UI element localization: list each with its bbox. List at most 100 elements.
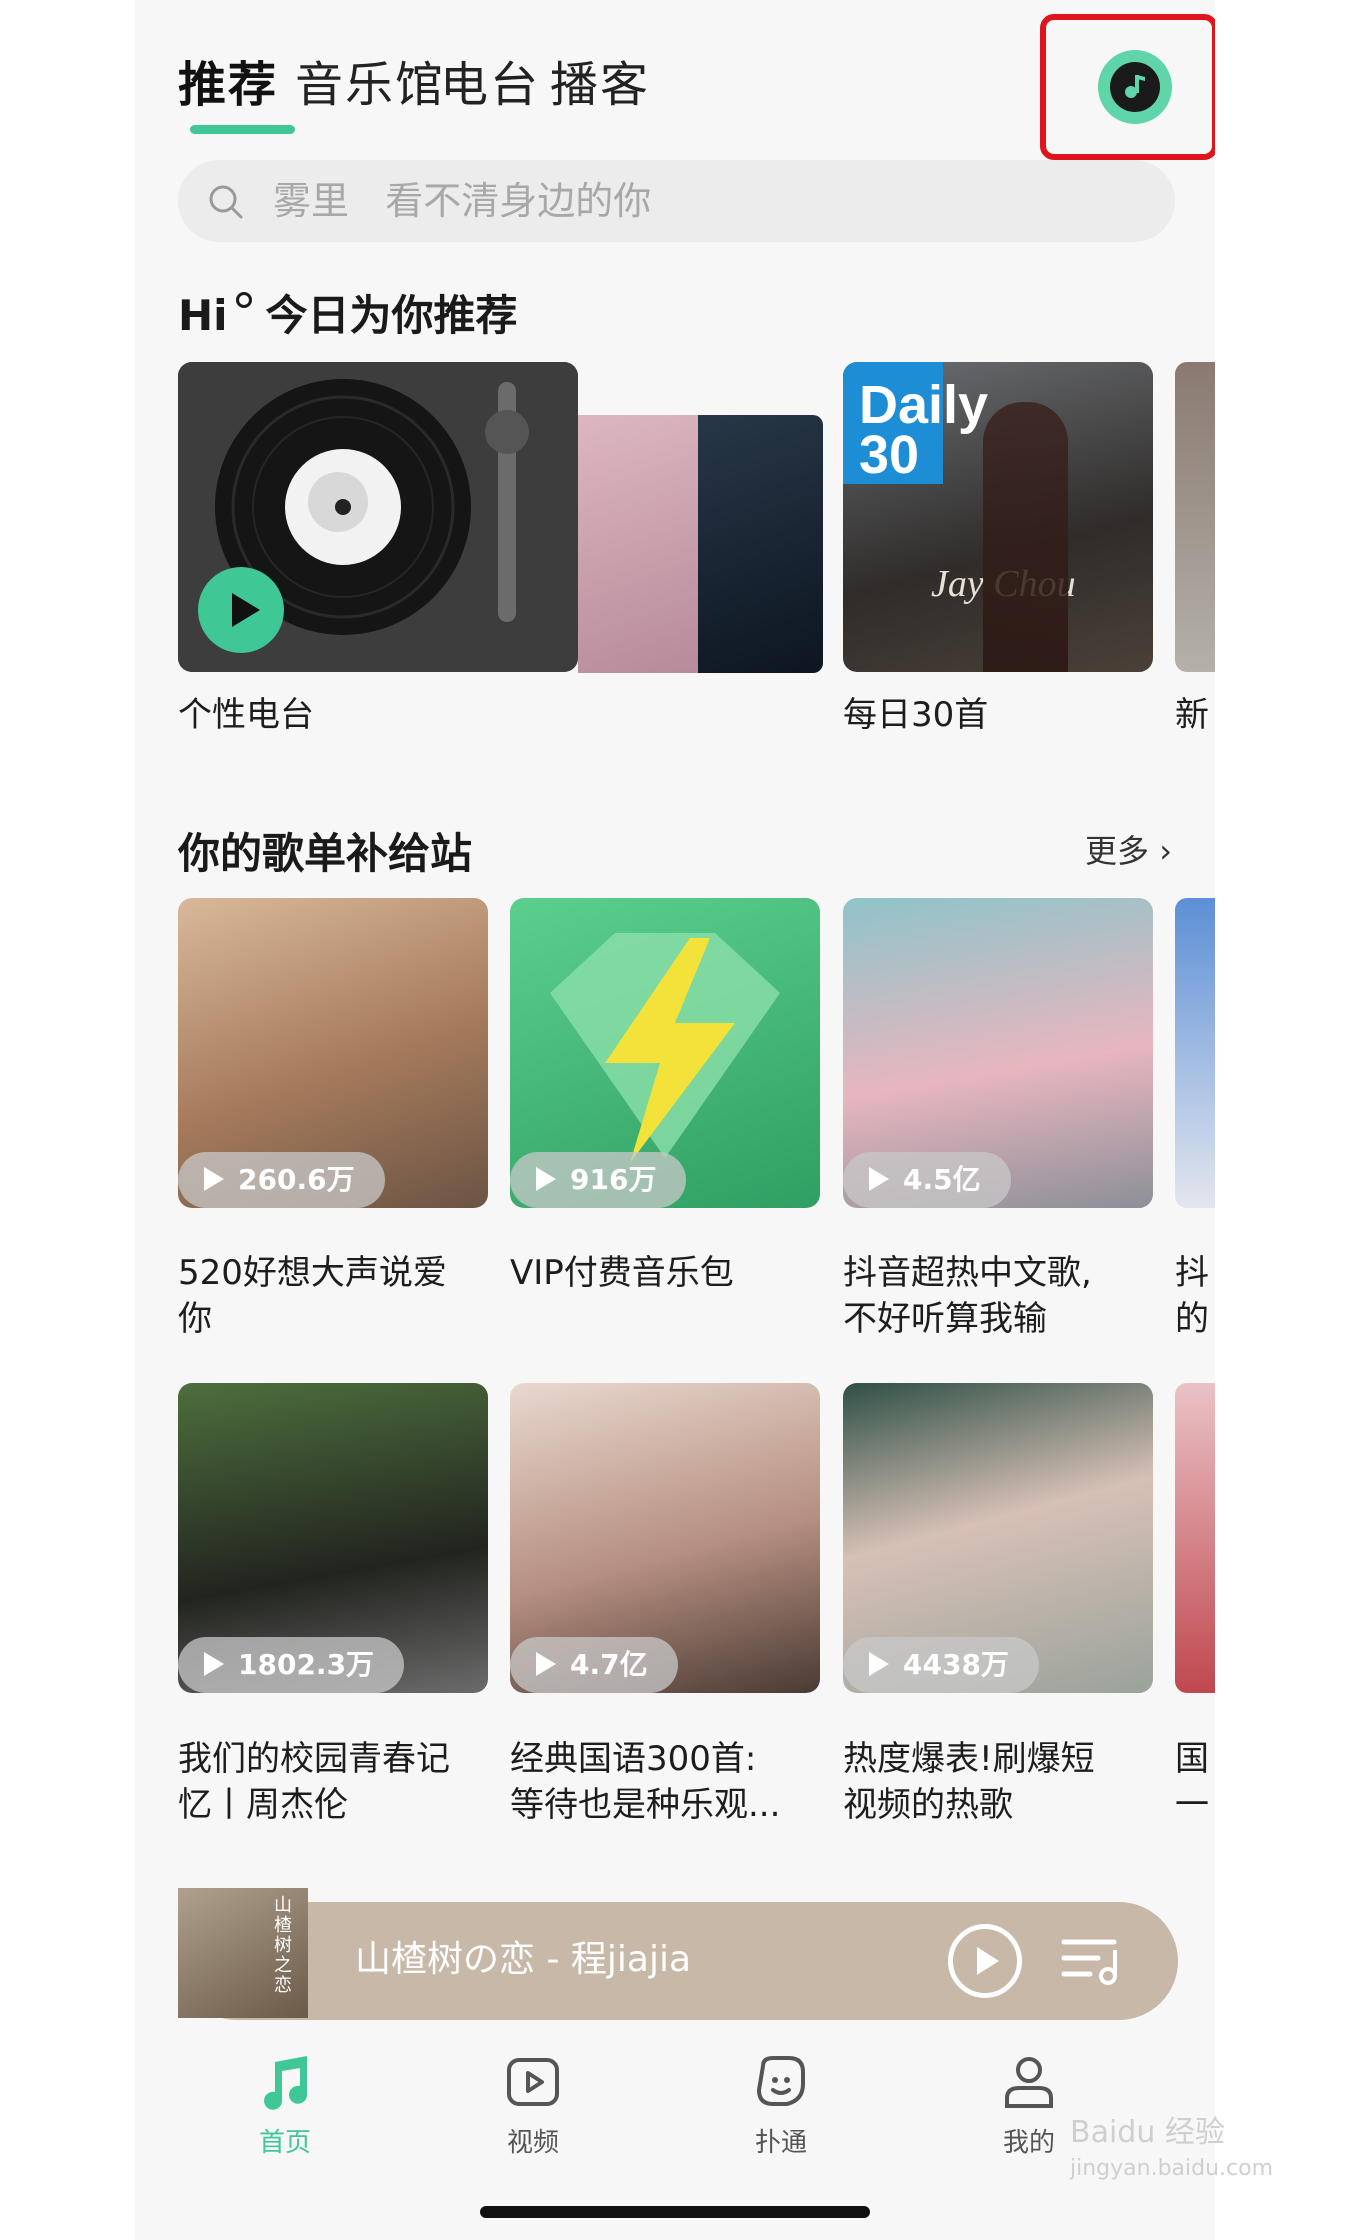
playlist-tile[interactable]: 4438万: [843, 1383, 1153, 1693]
active-tab-indicator: [190, 125, 295, 134]
music-note-icon: [264, 2056, 308, 2110]
play-icon: [204, 1167, 224, 1191]
play-count-badge: 260.6万: [178, 1152, 385, 1208]
playlist-tile[interactable]: 4.5亿: [843, 898, 1153, 1208]
recommend-heading: Hi 今日为你推荐: [178, 282, 518, 343]
playlist-title-line: 抖音超热中文歌,: [843, 1253, 1092, 1293]
video-icon: [507, 2058, 559, 2106]
play-icon: [204, 1652, 224, 1676]
play-icon: [869, 1167, 889, 1191]
playlist-title-line: 520好想大声说爱: [178, 1253, 447, 1293]
baidu-watermark: Baidu 经验 jingyan.baidu.com: [1070, 2115, 1273, 2187]
playlist-title-line: 抖: [1175, 1253, 1209, 1293]
music-recognition-button[interactable]: [1098, 50, 1172, 124]
next-recommend-card[interactable]: [1175, 362, 1215, 672]
search-icon: [206, 182, 246, 226]
play-count-badge: 1802.3万: [178, 1637, 405, 1693]
playlist-title: 抖的: [1175, 1250, 1215, 1342]
daily-30-card[interactable]: Daily 30 Jay Chou: [843, 362, 1153, 672]
artist-figure: [983, 402, 1068, 672]
app-screen: 推荐 音乐馆 电台 播客 雾里 看不清身边的你 Hi 今日为你推荐 个性电台 D…: [135, 0, 1215, 2240]
playlist-tile[interactable]: 260.6万: [178, 898, 488, 1208]
play-count: 260.6万: [238, 1163, 355, 1196]
watermark-url: jingyan.baidu.com: [1070, 2156, 1274, 2181]
playlist-title-line: 的: [1175, 1299, 1209, 1339]
cover-title-text: 山楂树之恋: [274, 1895, 292, 1996]
play-count: 4.5亿: [903, 1163, 981, 1196]
daily-cover-number: 30: [859, 425, 920, 485]
playlist-title: 抖音超热中文歌, 不好听算我输: [843, 1250, 1153, 1342]
playlist-tile[interactable]: [1175, 898, 1215, 1208]
playlist-title-line: 热度爆表!刷爆短: [843, 1739, 1095, 1779]
playlist-title: 520好想大声说爱你: [178, 1250, 488, 1342]
play-count-badge: 4.7亿: [510, 1637, 678, 1693]
play-count: 4438万: [903, 1648, 1009, 1681]
now-playing-cover[interactable]: 山楂树之恋: [178, 1888, 308, 2018]
play-count: 4.7亿: [570, 1648, 648, 1681]
play-icon: [536, 1652, 556, 1676]
next-recommend-label: 新: [1175, 695, 1209, 735]
play-button[interactable]: [198, 567, 284, 653]
playlist-title: VIP付费音乐包: [510, 1250, 820, 1296]
nav-putong[interactable]: 扑通: [716, 2050, 846, 2159]
playlist-title: 国一: [1175, 1736, 1215, 1828]
play-count-badge: 4.5亿: [843, 1152, 1011, 1208]
playlist-title-line: 不好听算我输: [843, 1299, 1047, 1339]
playlist-queue-button[interactable]: [1058, 1930, 1128, 1992]
radio-cover-pink: [578, 415, 698, 673]
radio-cover-dark: [698, 415, 823, 673]
tab-recommend[interactable]: 推荐: [178, 40, 278, 130]
nav-home-label: 首页: [258, 2128, 311, 2158]
playlist-title: 热度爆表!刷爆短 视频的热歌: [843, 1736, 1153, 1828]
greeting-dot: [235, 292, 252, 308]
play-circle-button[interactable]: [948, 1924, 1022, 1998]
playlist-title-line: VIP付费音乐包: [510, 1253, 734, 1293]
recommend-title: 今日为你推荐: [265, 291, 518, 340]
nav-video[interactable]: 视频: [468, 2050, 598, 2159]
watermark-logo-text: Baidu 经验: [1070, 2115, 1225, 2150]
playlist-tile[interactable]: [1175, 1383, 1215, 1693]
chevron-right-icon: ›: [1149, 832, 1172, 870]
profile-icon: [1005, 2057, 1053, 2108]
more-link[interactable]: 更多 ›: [1085, 826, 1172, 872]
nav-home[interactable]: 首页: [220, 2050, 350, 2159]
playlists-heading: 你的歌单补给站: [178, 829, 473, 878]
play-count: 1802.3万: [238, 1648, 375, 1681]
now-playing-title: 山楂树の恋 - 程jiajia: [355, 1939, 692, 1980]
more-label: 更多: [1085, 832, 1150, 870]
queue-list-icon: [1061, 1939, 1117, 1985]
nav-video-label: 视频: [506, 2128, 559, 2158]
chat-bubble-icon: [756, 2056, 805, 2106]
play-icon: [977, 1947, 999, 1975]
play-icon: [232, 593, 260, 627]
home-indicator[interactable]: [480, 2206, 870, 2218]
playlist-title: 我们的校园青春记 忆丨周杰伦: [178, 1736, 488, 1828]
playlist-title-line: 一: [1175, 1785, 1209, 1825]
tab-podcast[interactable]: 播客: [550, 40, 650, 130]
nav-putong-label: 扑通: [754, 2128, 807, 2158]
playlist-title-line: 忆丨周杰伦: [178, 1785, 348, 1825]
playlist-title-line: 我们的校园青春记: [178, 1739, 450, 1779]
play-count-badge: 916万: [510, 1152, 687, 1208]
playlist-title-line: 国: [1175, 1739, 1209, 1779]
playlist-tile[interactable]: 916万: [510, 898, 820, 1208]
play-icon: [536, 1167, 556, 1191]
personal-radio-card[interactable]: [178, 362, 578, 672]
play-count: 916万: [570, 1163, 657, 1196]
tab-music-hall[interactable]: 音乐馆: [295, 40, 445, 130]
music-note-icon: [1110, 62, 1160, 112]
personal-radio-label: 个性电台: [178, 695, 314, 735]
playlist-title-line: 经典国语300首:: [510, 1739, 757, 1779]
tab-radio[interactable]: 电台: [440, 40, 540, 130]
search-placeholder: 雾里 看不清身边的你: [273, 179, 652, 223]
search-bar[interactable]: 雾里 看不清身边的你: [178, 160, 1175, 242]
playlist-title-line: 等待也是种乐观...: [510, 1785, 781, 1825]
playlist-tile[interactable]: 4.7亿: [510, 1383, 820, 1693]
playlist-title-line: 视频的热歌: [843, 1785, 1013, 1825]
play-icon: [869, 1652, 889, 1676]
playlist-tile[interactable]: 1802.3万: [178, 1383, 488, 1693]
greeting-text: Hi: [178, 291, 228, 340]
playlist-title-line: 你: [178, 1299, 212, 1339]
playlist-title: 经典国语300首: 等待也是种乐观...: [510, 1736, 820, 1828]
play-count-badge: 4438万: [843, 1637, 1039, 1693]
